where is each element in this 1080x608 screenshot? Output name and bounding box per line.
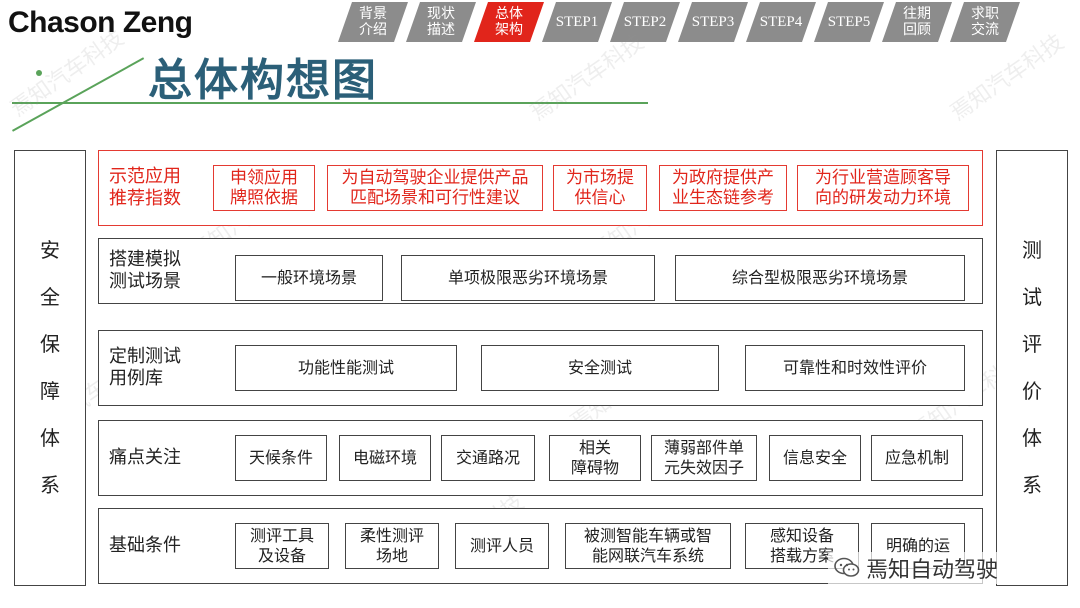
row-label: 基础条件 <box>109 535 181 556</box>
diagram-cell: 为市场提 供信心 <box>553 165 647 211</box>
diagram-cell: 为政府提供产 业生态链参考 <box>659 165 787 211</box>
diagram-cell: 可靠性和时效性评价 <box>745 345 965 391</box>
pillar-char: 试 <box>1022 285 1042 309</box>
diagram-cell: 应急机制 <box>871 435 963 481</box>
pillar-char: 评 <box>1022 332 1042 356</box>
safety-assurance-pillar: 安 全 保 障 体 系 <box>14 150 86 586</box>
diagram-cell: 测评工具 及设备 <box>235 523 329 569</box>
row-simulation-scenarios: 搭建模拟 测试场景 一般环境场景 单项极限恶劣环境场景 综合型极限恶劣环境场景 <box>98 238 983 304</box>
decorative-diagonal-line <box>12 57 145 132</box>
nav-tab-status[interactable]: 现状 描述 <box>406 2 476 42</box>
pillar-char: 全 <box>40 285 60 309</box>
diagram-cell: 为行业营造顾客导 向的研发动力环境 <box>797 165 969 211</box>
diagram-cell: 测评人员 <box>455 523 549 569</box>
pillar-char: 安 <box>40 238 60 262</box>
diagram-cell: 相关 障碍物 <box>549 435 641 481</box>
wechat-account-name: 焉知自动驾驶 <box>866 558 999 583</box>
diagram-cell: 单项极限恶劣环境场景 <box>401 255 655 301</box>
row-label: 示范应用 推荐指数 <box>109 166 181 209</box>
nav-tab-step3[interactable]: STEP3 <box>678 2 748 42</box>
nav-tab-review[interactable]: 往期 回顾 <box>882 2 952 42</box>
pillar-char: 价 <box>1022 379 1042 403</box>
diagram-cell: 综合型极限恶劣环境场景 <box>675 255 965 301</box>
diagram-cell: 为自动驾驶企业提供产品 匹配场景和可行性建议 <box>327 165 543 211</box>
diagram-cell: 功能性能测试 <box>235 345 457 391</box>
diagram-cell: 一般环境场景 <box>235 255 383 301</box>
diagram-cell: 电磁环境 <box>339 435 431 481</box>
diagram-cell: 柔性测评 场地 <box>345 523 439 569</box>
brand-name: Chason Zeng <box>8 6 193 39</box>
row-label: 定制测试 用例库 <box>109 346 181 389</box>
test-evaluation-pillar: 测 试 评 价 体 系 <box>996 150 1068 586</box>
row-test-case-library: 定制测试 用例库 功能性能测试 安全测试 可靠性和时效性评价 <box>98 330 983 406</box>
nav-tab-step5[interactable]: STEP5 <box>814 2 884 42</box>
decorative-line <box>12 102 648 104</box>
diagram-cell: 交通路况 <box>441 435 535 481</box>
nav-tab-background[interactable]: 背景 介绍 <box>338 2 408 42</box>
nav-tab-jobs[interactable]: 求职 交流 <box>950 2 1020 42</box>
diagram-cell: 安全测试 <box>481 345 719 391</box>
row-label: 搭建模拟 测试场景 <box>109 249 181 292</box>
diagram-cell: 信息安全 <box>769 435 861 481</box>
row-demonstration: 示范应用 推荐指数 申领应用 牌照依据 为自动驾驶企业提供产品 匹配场景和可行性… <box>98 150 983 226</box>
pillar-char: 测 <box>1022 238 1042 262</box>
top-nav: 背景 介绍 现状 描述 总体 架构 STEP1 STEP2 STEP3 STEP… <box>340 2 1020 42</box>
wechat-icon <box>834 557 860 579</box>
diagram-cell: 天候条件 <box>235 435 327 481</box>
pillar-char: 系 <box>1022 473 1042 497</box>
diagram-cell: 申领应用 牌照依据 <box>213 165 315 211</box>
row-label: 痛点关注 <box>109 447 181 468</box>
diagram-cell: 薄弱部件单 元失效因子 <box>651 435 757 481</box>
nav-tab-step1[interactable]: STEP1 <box>542 2 612 42</box>
page-title: 总体构想图 <box>148 55 378 106</box>
pillar-char: 系 <box>40 473 60 497</box>
pillar-char: 保 <box>40 332 60 356</box>
wechat-account-badge: 焉知自动驾驶 <box>828 552 1005 584</box>
diagram-cell: 被测智能车辆或智 能网联汽车系统 <box>565 523 731 569</box>
pillar-char: 障 <box>40 379 60 403</box>
nav-tab-step4[interactable]: STEP4 <box>746 2 816 42</box>
pillar-char: 体 <box>1022 426 1042 450</box>
nav-tab-step2[interactable]: STEP2 <box>610 2 680 42</box>
nav-tab-architecture[interactable]: 总体 架构 <box>474 2 544 42</box>
decorative-dot <box>36 70 42 76</box>
pillar-char: 体 <box>40 426 60 450</box>
row-pain-points: 痛点关注 天候条件 电磁环境 交通路况 相关 障碍物 薄弱部件单 元失效因子 信… <box>98 420 983 496</box>
